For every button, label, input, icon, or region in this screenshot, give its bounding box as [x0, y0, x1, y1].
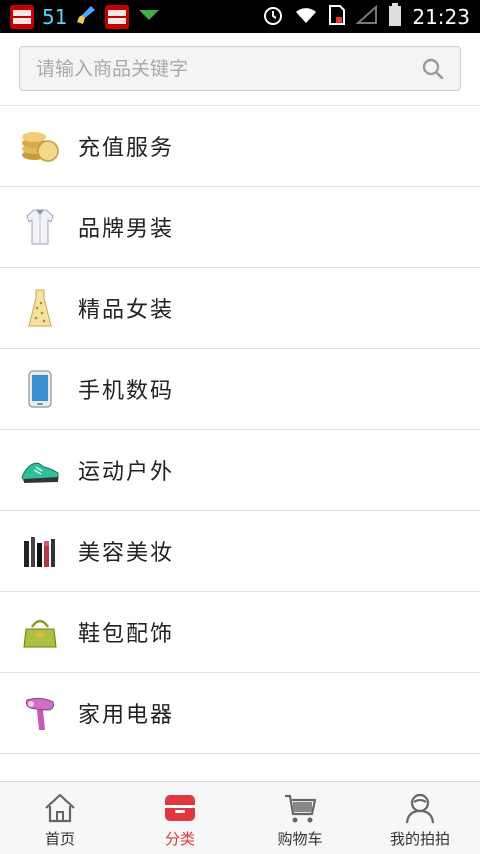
tab-label: 购物车: [277, 830, 323, 848]
category-item-appliances[interactable]: 家用电器: [0, 673, 480, 754]
category-item-shoes-bags[interactable]: 鞋包配饰: [0, 592, 480, 673]
kaola-app-icon: [10, 5, 34, 29]
shirt-icon: [20, 207, 60, 247]
status-bar-right: 21:23: [262, 3, 470, 31]
tab-cart[interactable]: 购物车: [240, 782, 360, 854]
sneaker-icon: [20, 450, 60, 490]
search-bar: [0, 33, 480, 106]
search-icon[interactable]: [422, 58, 444, 80]
dress-icon: [20, 288, 60, 328]
status-bar-left: 51: [10, 4, 161, 30]
home-icon: [42, 790, 78, 826]
alarm-icon: [262, 4, 284, 30]
category-label: 充值服务: [78, 136, 175, 161]
category-label: 美容美妆: [78, 541, 175, 566]
phone-icon: [20, 369, 60, 409]
category-item-digital[interactable]: 手机数码: [0, 349, 480, 430]
download-icon: [137, 6, 161, 28]
broom-icon: [75, 4, 97, 30]
status-time: 21:23: [412, 5, 470, 29]
signal-icon: [355, 4, 378, 29]
status-number: 51: [42, 5, 68, 29]
bottom-tab-bar: 首页 分类 购物车 我的拍拍: [0, 781, 480, 854]
tab-label: 我的拍拍: [389, 830, 450, 848]
search-box[interactable]: [19, 46, 461, 91]
category-item-mens-wear[interactable]: 品牌男装: [0, 187, 480, 268]
kaola-app-icon-2: [105, 5, 130, 29]
wifi-icon: [294, 5, 318, 29]
category-label: 手机数码: [78, 379, 175, 404]
category-item-beauty[interactable]: 美容美妆: [0, 511, 480, 592]
category-item-recharge[interactable]: 充值服务: [0, 106, 480, 187]
category-list: 充值服务 品牌男装 精品女装 手机数码 运动户外 美容美妆 鞋包配饰 家用电器: [0, 106, 480, 835]
status-bar: 51 21:23: [0, 0, 480, 33]
user-icon: [402, 790, 438, 826]
tab-label: 首页: [44, 830, 75, 848]
category-item-sports[interactable]: 运动户外: [0, 430, 480, 511]
sim-icon: [328, 4, 346, 30]
tab-home[interactable]: 首页: [0, 782, 120, 854]
tab-label: 分类: [164, 830, 195, 848]
cart-icon: [282, 790, 318, 826]
search-input[interactable]: [36, 47, 416, 90]
battery-icon: [388, 3, 402, 31]
hairdryer-icon: [20, 693, 60, 733]
category-label: 家用电器: [78, 703, 175, 728]
tab-category[interactable]: 分类: [120, 782, 240, 854]
cosmetics-icon: [20, 531, 60, 571]
category-label: 鞋包配饰: [78, 622, 175, 647]
category-icon: [162, 790, 198, 826]
category-label: 运动户外: [78, 460, 175, 485]
category-label: 精品女装: [78, 298, 175, 323]
tab-profile[interactable]: 我的拍拍: [360, 782, 480, 854]
handbag-icon: [20, 612, 60, 652]
category-item-womens-wear[interactable]: 精品女装: [0, 268, 480, 349]
coins-icon: [20, 126, 60, 166]
category-label: 品牌男装: [78, 217, 175, 242]
